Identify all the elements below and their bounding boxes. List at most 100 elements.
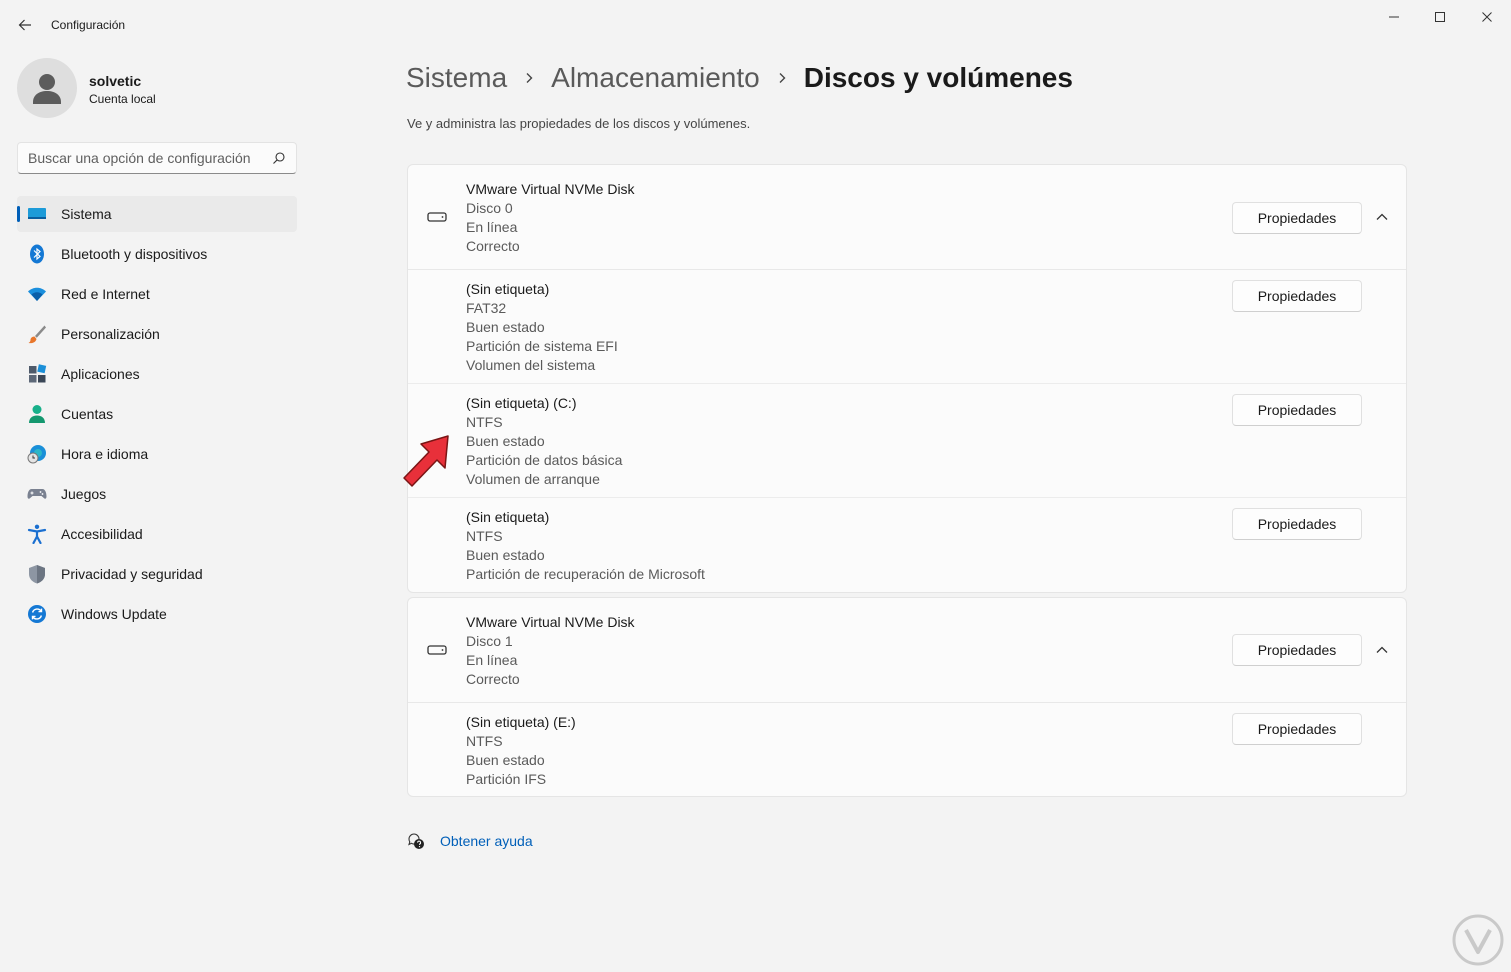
sidebar-item-cuentas[interactable]: Cuentas <box>17 396 297 432</box>
sidebar-item-sistema[interactable]: Sistema <box>17 196 297 232</box>
properties-button[interactable]: Propiedades <box>1232 713 1362 745</box>
minimize-icon <box>1389 16 1399 18</box>
help-link[interactable]: Obtener ayuda <box>440 833 533 849</box>
watermark-logo-icon <box>1452 914 1504 966</box>
sidebar-item-hora[interactable]: Hora e idioma <box>17 436 297 472</box>
page-title: Discos y volúmenes <box>803 62 1073 93</box>
volume-health: Buen estado <box>466 319 545 335</box>
volume-row: (Sin etiqueta) (E:) NTFS Buen estado Par… <box>408 703 1406 796</box>
breadcrumb: Sistema Almacenamiento Discos y volúmene… <box>406 58 1073 98</box>
volume-partition-type: Partición de recuperación de Microsoft <box>466 566 705 582</box>
search-input[interactable] <box>18 143 258 173</box>
avatar <box>17 58 77 118</box>
shield-icon <box>29 565 45 584</box>
volume-role: Volumen del sistema <box>466 357 596 373</box>
accessibility-icon <box>27 524 47 544</box>
apps-icon <box>29 364 47 383</box>
sidebar-item-accesibilidad[interactable]: Accesibilidad <box>17 516 297 552</box>
disk-model: VMware Virtual NVMe Disk <box>466 181 635 197</box>
disk-header[interactable]: VMware Virtual NVMe Disk Disco 0 En líne… <box>408 165 1406 270</box>
breadcrumb-separator <box>760 58 804 98</box>
annotation-arrow-icon <box>403 435 449 487</box>
disk-status: En línea <box>466 652 518 668</box>
back-button[interactable] <box>12 12 38 38</box>
help-chat-icon <box>408 833 424 849</box>
app-title: Configuración <box>51 18 126 32</box>
volume-row: (Sin etiqueta) NTFS Buen estado Partició… <box>408 498 1406 592</box>
properties-button[interactable]: Propiedades <box>1232 508 1362 540</box>
volume-label: (Sin etiqueta) <box>466 509 550 525</box>
search-icon[interactable] <box>272 151 286 165</box>
collapse-button[interactable] <box>1370 638 1394 662</box>
disk-info: VMware Virtual NVMe Disk Disco 0 En líne… <box>466 180 635 256</box>
sidebar-item-label: Bluetooth y dispositivos <box>61 246 208 262</box>
sidebar-item-label: Privacidad y seguridad <box>61 566 203 582</box>
sidebar-item-personalizacion[interactable]: Personalización <box>17 316 297 352</box>
volume-label: (Sin etiqueta) <box>466 281 550 297</box>
collapse-button[interactable] <box>1370 205 1394 229</box>
breadcrumb-separator <box>507 58 551 98</box>
disk-card: VMware Virtual NVMe Disk Disco 1 En líne… <box>407 597 1407 797</box>
sidebar-item-windows-update[interactable]: Windows Update <box>17 596 297 632</box>
disk-info: VMware Virtual NVMe Disk Disco 1 En líne… <box>466 613 635 689</box>
volume-label: (Sin etiqueta) (C:) <box>466 395 577 411</box>
disk-card: VMware Virtual NVMe Disk Disco 0 En líne… <box>407 164 1407 593</box>
user-profile[interactable]: solvetic Cuenta local <box>17 58 297 118</box>
properties-button[interactable]: Propiedades <box>1232 280 1362 312</box>
sidebar-item-red[interactable]: Red e Internet <box>17 276 297 312</box>
title-bar: Configuración <box>0 0 1511 50</box>
search-box <box>17 142 297 174</box>
sidebar-item-bluetooth[interactable]: Bluetooth y dispositivos <box>17 236 297 272</box>
sidebar-item-label: Aplicaciones <box>61 366 140 382</box>
volume-info: (Sin etiqueta) (C:) NTFS Buen estado Par… <box>466 394 622 489</box>
disk-header[interactable]: VMware Virtual NVMe Disk Disco 1 En líne… <box>408 598 1406 703</box>
sidebar-nav: Sistema Bluetooth y dispositivos Red e I… <box>17 196 297 636</box>
bluetooth-icon <box>30 244 44 264</box>
disk-health: Correcto <box>466 238 520 254</box>
person-icon <box>29 405 45 423</box>
gamepad-icon <box>27 489 47 499</box>
close-icon <box>1482 12 1492 22</box>
sidebar-item-label: Windows Update <box>61 606 167 622</box>
volume-role: Volumen de arranque <box>466 471 600 487</box>
maximize-button[interactable] <box>1417 0 1463 34</box>
sidebar-item-label: Cuentas <box>61 406 114 422</box>
volume-label: (Sin etiqueta) (E:) <box>466 714 576 730</box>
properties-button[interactable]: Propiedades <box>1232 202 1362 234</box>
close-button[interactable] <box>1464 0 1510 34</box>
account-type: Cuenta local <box>89 92 156 106</box>
sidebar-item-privacidad[interactable]: Privacidad y seguridad <box>17 556 297 592</box>
volume-health: Buen estado <box>466 752 545 768</box>
person-avatar-icon <box>33 74 61 104</box>
sidebar-item-label: Juegos <box>61 486 107 502</box>
update-icon <box>28 605 46 623</box>
volume-info: (Sin etiqueta) FAT32 Buen estado Partici… <box>466 280 618 375</box>
volume-health: Buen estado <box>466 547 545 563</box>
page-description: Ve y administra las propiedades de los d… <box>407 116 751 131</box>
volume-row: (Sin etiqueta) FAT32 Buen estado Partici… <box>408 270 1406 384</box>
disk-health: Correcto <box>466 671 520 687</box>
disk-number: Disco 0 <box>466 200 513 216</box>
sidebar-item-label: Sistema <box>61 206 112 222</box>
drive-icon <box>427 645 447 655</box>
volume-info: (Sin etiqueta) NTFS Buen estado Partició… <box>466 508 705 584</box>
volume-filesystem: NTFS <box>466 414 503 430</box>
volume-info: (Sin etiqueta) (E:) NTFS Buen estado Par… <box>466 713 576 789</box>
disk-number: Disco 1 <box>466 633 513 649</box>
disk-model: VMware Virtual NVMe Disk <box>466 614 635 630</box>
minimize-button[interactable] <box>1371 0 1417 34</box>
drive-icon <box>427 212 447 222</box>
volume-row: (Sin etiqueta) (C:) NTFS Buen estado Par… <box>408 384 1406 498</box>
wifi-icon <box>28 287 46 301</box>
sidebar-item-juegos[interactable]: Juegos <box>17 476 297 512</box>
volume-filesystem: NTFS <box>466 733 503 749</box>
globe-clock-icon <box>27 445 46 464</box>
breadcrumb-sistema[interactable]: Sistema <box>406 62 507 94</box>
volume-partition-type: Partición de datos básica <box>466 452 623 468</box>
properties-button[interactable]: Propiedades <box>1232 394 1362 426</box>
properties-button[interactable]: Propiedades <box>1232 634 1362 666</box>
breadcrumb-almacenamiento[interactable]: Almacenamiento <box>551 62 760 94</box>
sidebar-item-aplicaciones[interactable]: Aplicaciones <box>17 356 297 392</box>
sidebar-item-label: Accesibilidad <box>61 526 143 542</box>
maximize-icon <box>1435 12 1445 22</box>
